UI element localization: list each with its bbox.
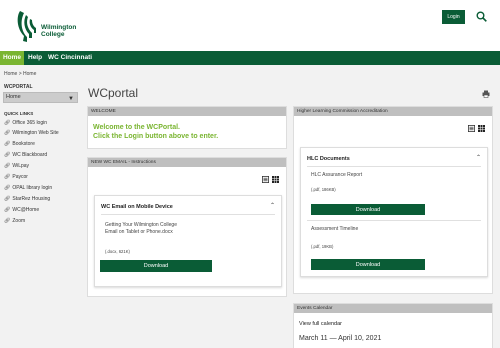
- quick-link-wilpay[interactable]: 🔗︎ WiLpay: [4, 163, 29, 169]
- calendar-date-range: March 11 — April 10, 2021: [299, 335, 382, 342]
- view-toggle: [468, 125, 486, 133]
- quick-link-website[interactable]: 🔗︎ Wilmington Web Site: [4, 130, 59, 136]
- link-icon: 🔗︎: [4, 152, 11, 158]
- hlc-portlet: Higher Learning Commission Accreditation…: [293, 106, 493, 294]
- wilmington-logo[interactable]: [14, 9, 38, 43]
- nav-home[interactable]: Home: [0, 51, 24, 65]
- quick-link-label: Bookstore: [12, 141, 35, 147]
- welcome-line-2: Click the Login button above to enter.: [93, 133, 219, 140]
- chevron-up-icon[interactable]: ⌃: [476, 154, 481, 161]
- quick-link-starrez[interactable]: 🔗︎ StarRez Housing: [4, 196, 50, 202]
- chevron-down-icon: ▼: [68, 96, 74, 102]
- card-divider: [307, 166, 481, 167]
- link-icon: 🔗︎: [4, 196, 11, 202]
- link-icon: 🔗︎: [4, 174, 11, 180]
- quick-link-paycor[interactable]: 🔗︎ Paycor: [4, 174, 28, 180]
- quick-link-zoom[interactable]: 🔗︎ Zoom: [4, 218, 25, 224]
- sidebar-selected-value: Home: [6, 94, 21, 100]
- link-icon: 🔗︎: [4, 120, 11, 126]
- welcome-line-1: Welcome to the WCPortal.: [93, 124, 180, 131]
- email-file-meta: (.docx, 621K): [105, 249, 130, 254]
- hlc-doc-1-title[interactable]: HLC Assurance Report: [311, 172, 362, 179]
- sidebar-page-select[interactable]: Home ▼: [3, 92, 78, 103]
- quick-link-label: Zoom: [12, 218, 26, 224]
- email-doc-title-line-1: Getting Your Wilmington College: [105, 222, 177, 228]
- quick-link-office365[interactable]: 🔗︎ Office 365 login: [4, 120, 47, 126]
- view-full-calendar-link[interactable]: View full calendar: [299, 321, 342, 327]
- email-card-title: WC Email on Mobile Device: [101, 204, 173, 210]
- print-icon[interactable]: [482, 90, 490, 98]
- link-icon: 🔗︎: [4, 130, 11, 136]
- events-portlet-header: Events Calendar: [294, 304, 492, 313]
- card-divider: [307, 220, 481, 221]
- hlc-doc-1-meta: (.pdf, 186KB): [311, 187, 336, 192]
- quick-link-label: WiLpay: [12, 163, 30, 169]
- hlc-doc-2-meta: (.pdf, 19KB): [311, 244, 334, 249]
- quick-link-label: Office 365 login: [12, 120, 48, 126]
- quick-link-label: Paycor: [12, 174, 28, 180]
- quick-link-label: OPAL library login: [12, 185, 53, 191]
- quick-link-label: StarRez Housing: [12, 196, 51, 202]
- site-header: Wilmington College Login: [0, 0, 500, 51]
- events-calendar-portlet: Events Calendar View full calendar March…: [293, 303, 493, 348]
- link-icon: 🔗︎: [4, 163, 11, 169]
- email-doc-title[interactable]: Getting Your Wilmington College Email on…: [105, 222, 177, 236]
- hlc-documents-card: HLC Documents ⌃ HLC Assurance Report (.p…: [300, 147, 488, 277]
- hlc-portlet-header: Higher Learning Commission Accreditation: [294, 107, 492, 116]
- login-button[interactable]: Login: [442, 10, 465, 24]
- quick-link-blackboard[interactable]: 🔗︎ WC Blackboard: [4, 152, 47, 158]
- grid-view-icon[interactable]: [272, 176, 279, 183]
- breadcrumb[interactable]: Home > Home: [4, 71, 36, 77]
- link-icon: 🔗︎: [4, 185, 11, 191]
- welcome-portlet: WELCOME Welcome to the WCPortal. Click t…: [87, 106, 287, 149]
- hlc-doc-1-download-button[interactable]: Download: [311, 204, 425, 215]
- hlc-doc-2-title[interactable]: Assessment Timeline: [311, 226, 358, 233]
- logo-text: Wilmington College: [41, 24, 76, 38]
- welcome-message: Welcome to the WCPortal. Click the Login…: [93, 123, 218, 141]
- quick-link-wc-home[interactable]: 🔗︎ WC@Home: [4, 207, 39, 213]
- link-icon: 🔗︎: [4, 141, 11, 147]
- email-portlet-header: NEW WC EMAIL - Instructions: [88, 158, 286, 167]
- hlc-card-title: HLC Documents: [307, 156, 350, 162]
- list-view-icon[interactable]: [468, 125, 475, 132]
- search-icon[interactable]: [476, 11, 487, 22]
- welcome-portlet-header: WELCOME: [88, 107, 286, 116]
- logo-line-2: College: [41, 31, 65, 38]
- quick-link-label: WC@Home: [12, 207, 40, 213]
- top-navigation: Home Help WC Cincinnati: [0, 51, 500, 65]
- list-view-icon[interactable]: [262, 176, 269, 183]
- link-icon: 🔗︎: [4, 218, 11, 224]
- link-icon: 🔗︎: [4, 207, 11, 213]
- email-download-button[interactable]: Download: [100, 260, 212, 272]
- card-divider: [101, 214, 275, 215]
- chevron-up-icon[interactable]: ⌃: [270, 202, 275, 209]
- quick-link-label: WC Blackboard: [12, 152, 48, 158]
- quick-link-opal[interactable]: 🔗︎ OPAL library login: [4, 185, 52, 191]
- grid-view-icon[interactable]: [478, 125, 485, 132]
- quick-link-label: Wilmington Web Site: [12, 130, 59, 136]
- logo-line-1: Wilmington: [41, 24, 77, 31]
- nav-wc-cincinnati[interactable]: WC Cincinnati: [48, 51, 92, 65]
- page-title: WCportal: [88, 86, 139, 100]
- sidebar-section-title: WCPORTAL: [4, 84, 33, 90]
- quick-links-title: QUICK LINKS: [4, 111, 34, 116]
- nav-help[interactable]: Help: [28, 51, 42, 65]
- email-document-card: WC Email on Mobile Device ⌃ Getting Your…: [94, 195, 282, 287]
- quick-link-bookstore[interactable]: 🔗︎ Bookstore: [4, 141, 35, 147]
- view-toggle: [262, 176, 280, 184]
- email-doc-title-line-2: Email on Tablet or Phone.docx: [105, 229, 173, 235]
- email-instructions-portlet: NEW WC EMAIL - Instructions WC Email on …: [87, 157, 287, 297]
- hlc-doc-2-download-button[interactable]: Download: [311, 259, 425, 270]
